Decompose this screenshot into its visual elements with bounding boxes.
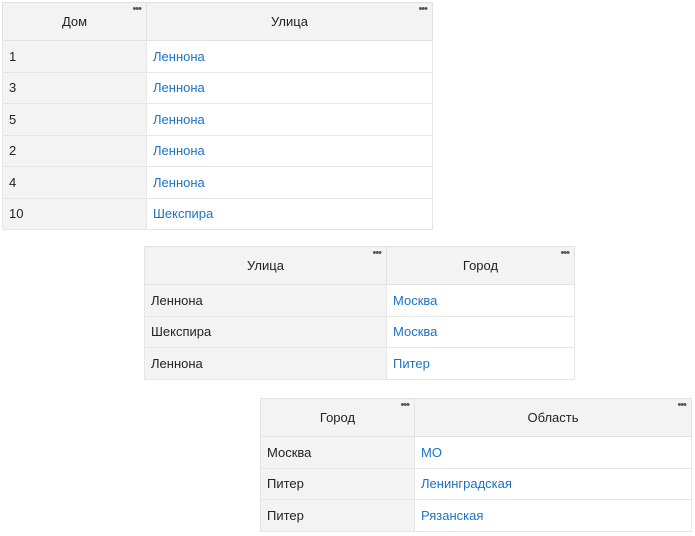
streets-table: Улица ••• Город ••• Леннона Москва Шексп… <box>144 246 575 380</box>
table-row: 1 Леннона <box>2 40 433 73</box>
page: Дом ••• Улица ••• 1 Леннона 3 Леннона 5 … <box>0 0 695 536</box>
cell-city-link[interactable]: Москва <box>386 315 575 348</box>
column-header-label: Город <box>319 410 356 425</box>
column-menu-icon[interactable]: ••• <box>418 4 428 15</box>
column-header-label: Область <box>527 410 579 425</box>
table-row: 5 Леннона <box>2 103 433 136</box>
cell-street-link[interactable]: Леннона <box>146 71 433 104</box>
table-row: Шекспира Москва <box>144 315 575 348</box>
table-row: Леннона Питер <box>144 347 575 380</box>
table-row: 3 Леннона <box>2 71 433 104</box>
cell-city: Москва <box>260 436 415 469</box>
cell-street: Леннона <box>144 284 387 317</box>
cell-street-link[interactable]: Шекспира <box>146 197 433 230</box>
cell-city: Питер <box>260 467 415 500</box>
column-header-label: Город <box>462 258 499 273</box>
column-menu-icon[interactable]: ••• <box>132 4 142 15</box>
column-menu-icon[interactable]: ••• <box>372 248 382 259</box>
table-row: Питер Ленинградская <box>260 467 692 500</box>
table-row: 4 Леннона <box>2 166 433 199</box>
cell-street: Шекспира <box>144 315 387 348</box>
column-header-gorod[interactable]: Город ••• <box>260 398 415 437</box>
column-header-dom[interactable]: Дом ••• <box>2 2 147 41</box>
cell-street-link[interactable]: Леннона <box>146 166 433 199</box>
column-menu-icon[interactable]: ••• <box>560 248 570 259</box>
cell-street-link[interactable]: Леннона <box>146 40 433 73</box>
column-header-label: Улица <box>271 14 308 29</box>
table-row: Москва МО <box>260 436 692 469</box>
cell-city-link[interactable]: Москва <box>386 284 575 317</box>
column-header-ulitsa[interactable]: Улица ••• <box>146 2 433 41</box>
cell-street-link[interactable]: Леннона <box>146 103 433 136</box>
cell-house-number: 10 <box>2 197 147 230</box>
table-row: 2 Леннона <box>2 134 433 167</box>
cell-house-number: 1 <box>2 40 147 73</box>
cell-street: Леннона <box>144 347 387 380</box>
cell-street-link[interactable]: Леннона <box>146 134 433 167</box>
column-header-label: Улица <box>247 258 284 273</box>
column-header-oblast[interactable]: Область ••• <box>414 398 692 437</box>
column-menu-icon[interactable]: ••• <box>400 400 410 411</box>
cell-city-link[interactable]: Питер <box>386 347 575 380</box>
houses-table: Дом ••• Улица ••• 1 Леннона 3 Леннона 5 … <box>2 2 433 230</box>
cell-region-link[interactable]: Рязанская <box>414 499 692 532</box>
cell-house-number: 5 <box>2 103 147 136</box>
header-row: Город ••• Область ••• <box>260 398 692 437</box>
table-row: Питер Рязанская <box>260 499 692 532</box>
cities-table: Город ••• Область ••• Москва МО Питер Ле… <box>260 398 692 532</box>
cell-region-link[interactable]: Ленинградская <box>414 467 692 500</box>
table-row: 10 Шекспира <box>2 197 433 230</box>
header-row: Дом ••• Улица ••• <box>2 2 433 41</box>
column-header-gorod[interactable]: Город ••• <box>386 246 575 285</box>
column-header-label: Дом <box>61 14 88 29</box>
column-header-ulitsa[interactable]: Улица ••• <box>144 246 387 285</box>
cell-house-number: 3 <box>2 71 147 104</box>
cell-house-number: 2 <box>2 134 147 167</box>
column-menu-icon[interactable]: ••• <box>677 400 687 411</box>
cell-region-link[interactable]: МО <box>414 436 692 469</box>
table-row: Леннона Москва <box>144 284 575 317</box>
cell-city: Питер <box>260 499 415 532</box>
cell-house-number: 4 <box>2 166 147 199</box>
header-row: Улица ••• Город ••• <box>144 246 575 285</box>
